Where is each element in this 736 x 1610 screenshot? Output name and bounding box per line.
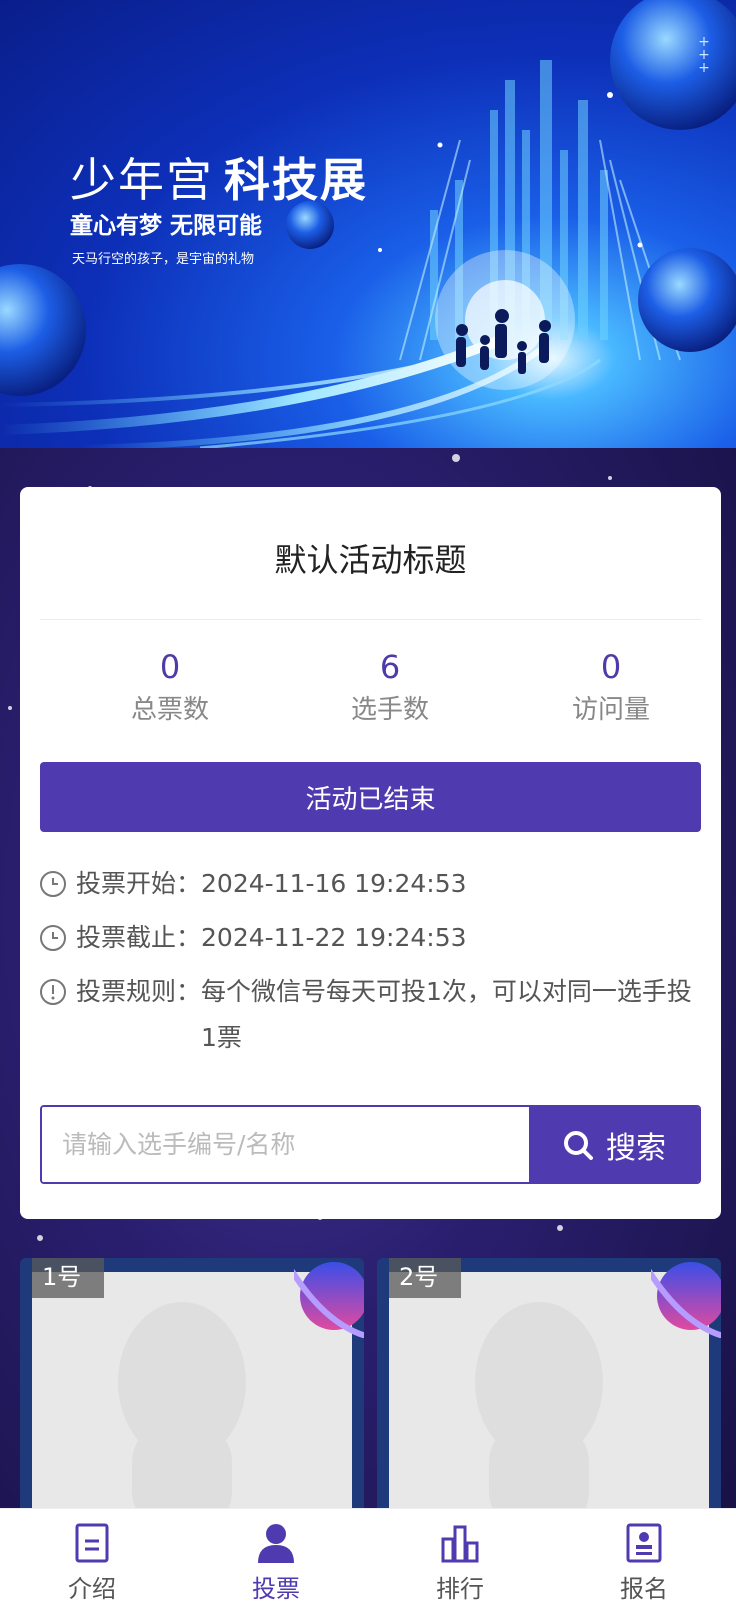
stat-value: 6 — [379, 648, 401, 686]
search-button[interactable]: 搜索 — [529, 1107, 699, 1182]
clock-icon — [40, 871, 66, 897]
stat-value: 0 — [159, 648, 181, 686]
player-number-badge: 1号 — [32, 1258, 104, 1298]
tab-intro[interactable]: 介绍 — [0, 1509, 184, 1610]
stat-total-votes: 0 总票数 — [60, 649, 280, 726]
stat-label: 访问量 — [571, 695, 650, 725]
player-number-badge: 2号 — [389, 1258, 461, 1298]
vote-end-row: 投票截止： 2024-11-22 19:24:53 — [40, 915, 701, 961]
search-bar: 搜索 — [40, 1105, 701, 1184]
stat-visits: 0 访问量 — [501, 649, 721, 726]
info-icon — [40, 979, 66, 1005]
badge-icon — [626, 1523, 662, 1563]
vote-rules-row: 投票规则： 每个微信号每天可投1次，可以对同一选手投1票 — [40, 969, 701, 1061]
banner-subtitle: 童心有梦 无限可能 — [70, 213, 263, 239]
document-icon — [75, 1523, 109, 1563]
activity-card: 默认活动标题 0 总票数 6 选手数 0 访问量 活动已结束 投票开始： 202… — [20, 487, 721, 1219]
chart-icon — [441, 1525, 479, 1563]
banner-title-light: 少年宫 — [70, 153, 214, 207]
tab-ranking[interactable]: 排行 — [368, 1509, 552, 1610]
tab-label: 报名 — [620, 1575, 668, 1603]
tab-label: 排行 — [436, 1575, 484, 1603]
activity-title: 默认活动标题 — [274, 541, 467, 579]
search-icon — [564, 1130, 593, 1160]
plus-decoration-icon: + + + — [698, 34, 710, 76]
stat-player-count: 6 选手数 — [280, 649, 500, 726]
planet-decoration-icon — [651, 1262, 721, 1338]
clock-icon — [40, 925, 66, 951]
vote-start-value: 2024-11-16 19:24:53 — [201, 869, 467, 898]
player-card[interactable]: 1号 — [20, 1258, 364, 1518]
stats-row: 0 总票数 6 选手数 0 访问量 — [60, 649, 721, 739]
stat-label: 选手数 — [350, 695, 429, 725]
stat-value: 0 — [600, 648, 622, 686]
banner-title: 少年宫 科技展 — [70, 144, 368, 210]
vote-rules-label: 投票规则： — [76, 977, 202, 1006]
banner-tagline: 天马行空的孩子，是宇宙的礼物 — [72, 252, 255, 267]
tab-signup[interactable]: 报名 — [552, 1509, 736, 1610]
tab-label: 投票 — [252, 1575, 300, 1603]
banner: 少年宫 科技展 童心有梦 无限可能 天马行空的孩子，是宇宙的礼物 + + + — [0, 0, 736, 448]
vote-start-label: 投票开始： — [76, 869, 202, 898]
search-input[interactable] — [42, 1107, 529, 1182]
stat-label: 总票数 — [130, 695, 209, 725]
player-card[interactable]: 2号 — [377, 1258, 721, 1518]
vote-start-row: 投票开始： 2024-11-16 19:24:53 — [40, 861, 701, 907]
user-icon — [258, 1524, 294, 1563]
tab-vote[interactable]: 投票 — [184, 1509, 368, 1610]
activity-status-button[interactable]: 活动已结束 — [40, 762, 701, 832]
tab-label: 介绍 — [68, 1575, 116, 1603]
vote-rules-value: 每个微信号每天可投1次，可以对同一选手投1票 — [201, 977, 692, 1052]
vote-end-label: 投票截止： — [76, 923, 202, 952]
bottom-tab-bar: 介绍 投票 排行 报名 — [0, 1508, 736, 1610]
divider — [40, 619, 701, 620]
vote-end-value: 2024-11-22 19:24:53 — [201, 923, 467, 952]
planet-decoration-icon — [294, 1262, 364, 1338]
banner-title-bold: 科技展 — [224, 153, 368, 207]
search-button-label: 搜索 — [606, 1130, 666, 1166]
